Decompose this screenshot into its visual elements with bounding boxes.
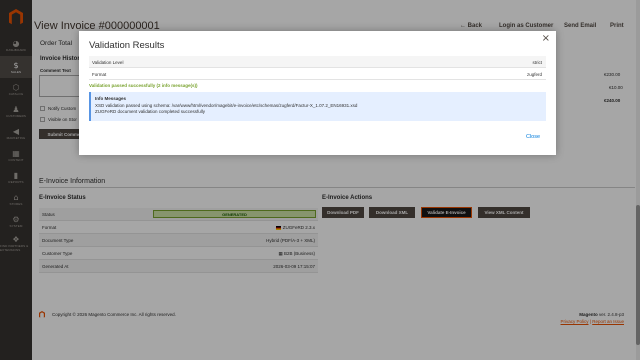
info-messages-box: Info Messages XSD validation passed usin… <box>89 92 546 121</box>
row-value: zugferd <box>526 72 542 77</box>
validation-success-message: Validation passed successfully (2 info m… <box>89 83 198 88</box>
info-message: XSD validation passed using schema: /var… <box>95 103 358 108</box>
close-button[interactable]: Close <box>526 134 540 140</box>
validation-results-modal: Validation Results × Validation Level st… <box>79 31 556 155</box>
validation-level-row: Validation Level strict <box>89 56 546 68</box>
close-icon[interactable]: × <box>542 33 550 44</box>
row-key: Format <box>92 72 107 77</box>
info-message: ZUGFeRD document validation completed su… <box>95 109 206 114</box>
row-value: strict <box>532 60 543 65</box>
validation-details-table: Validation Level strict Format zugferd <box>89 56 546 80</box>
info-messages-title: Info Messages <box>95 96 127 101</box>
modal-title: Validation Results <box>89 40 165 51</box>
row-key: Validation Level <box>92 60 124 65</box>
format-row: Format zugferd <box>89 68 546 80</box>
